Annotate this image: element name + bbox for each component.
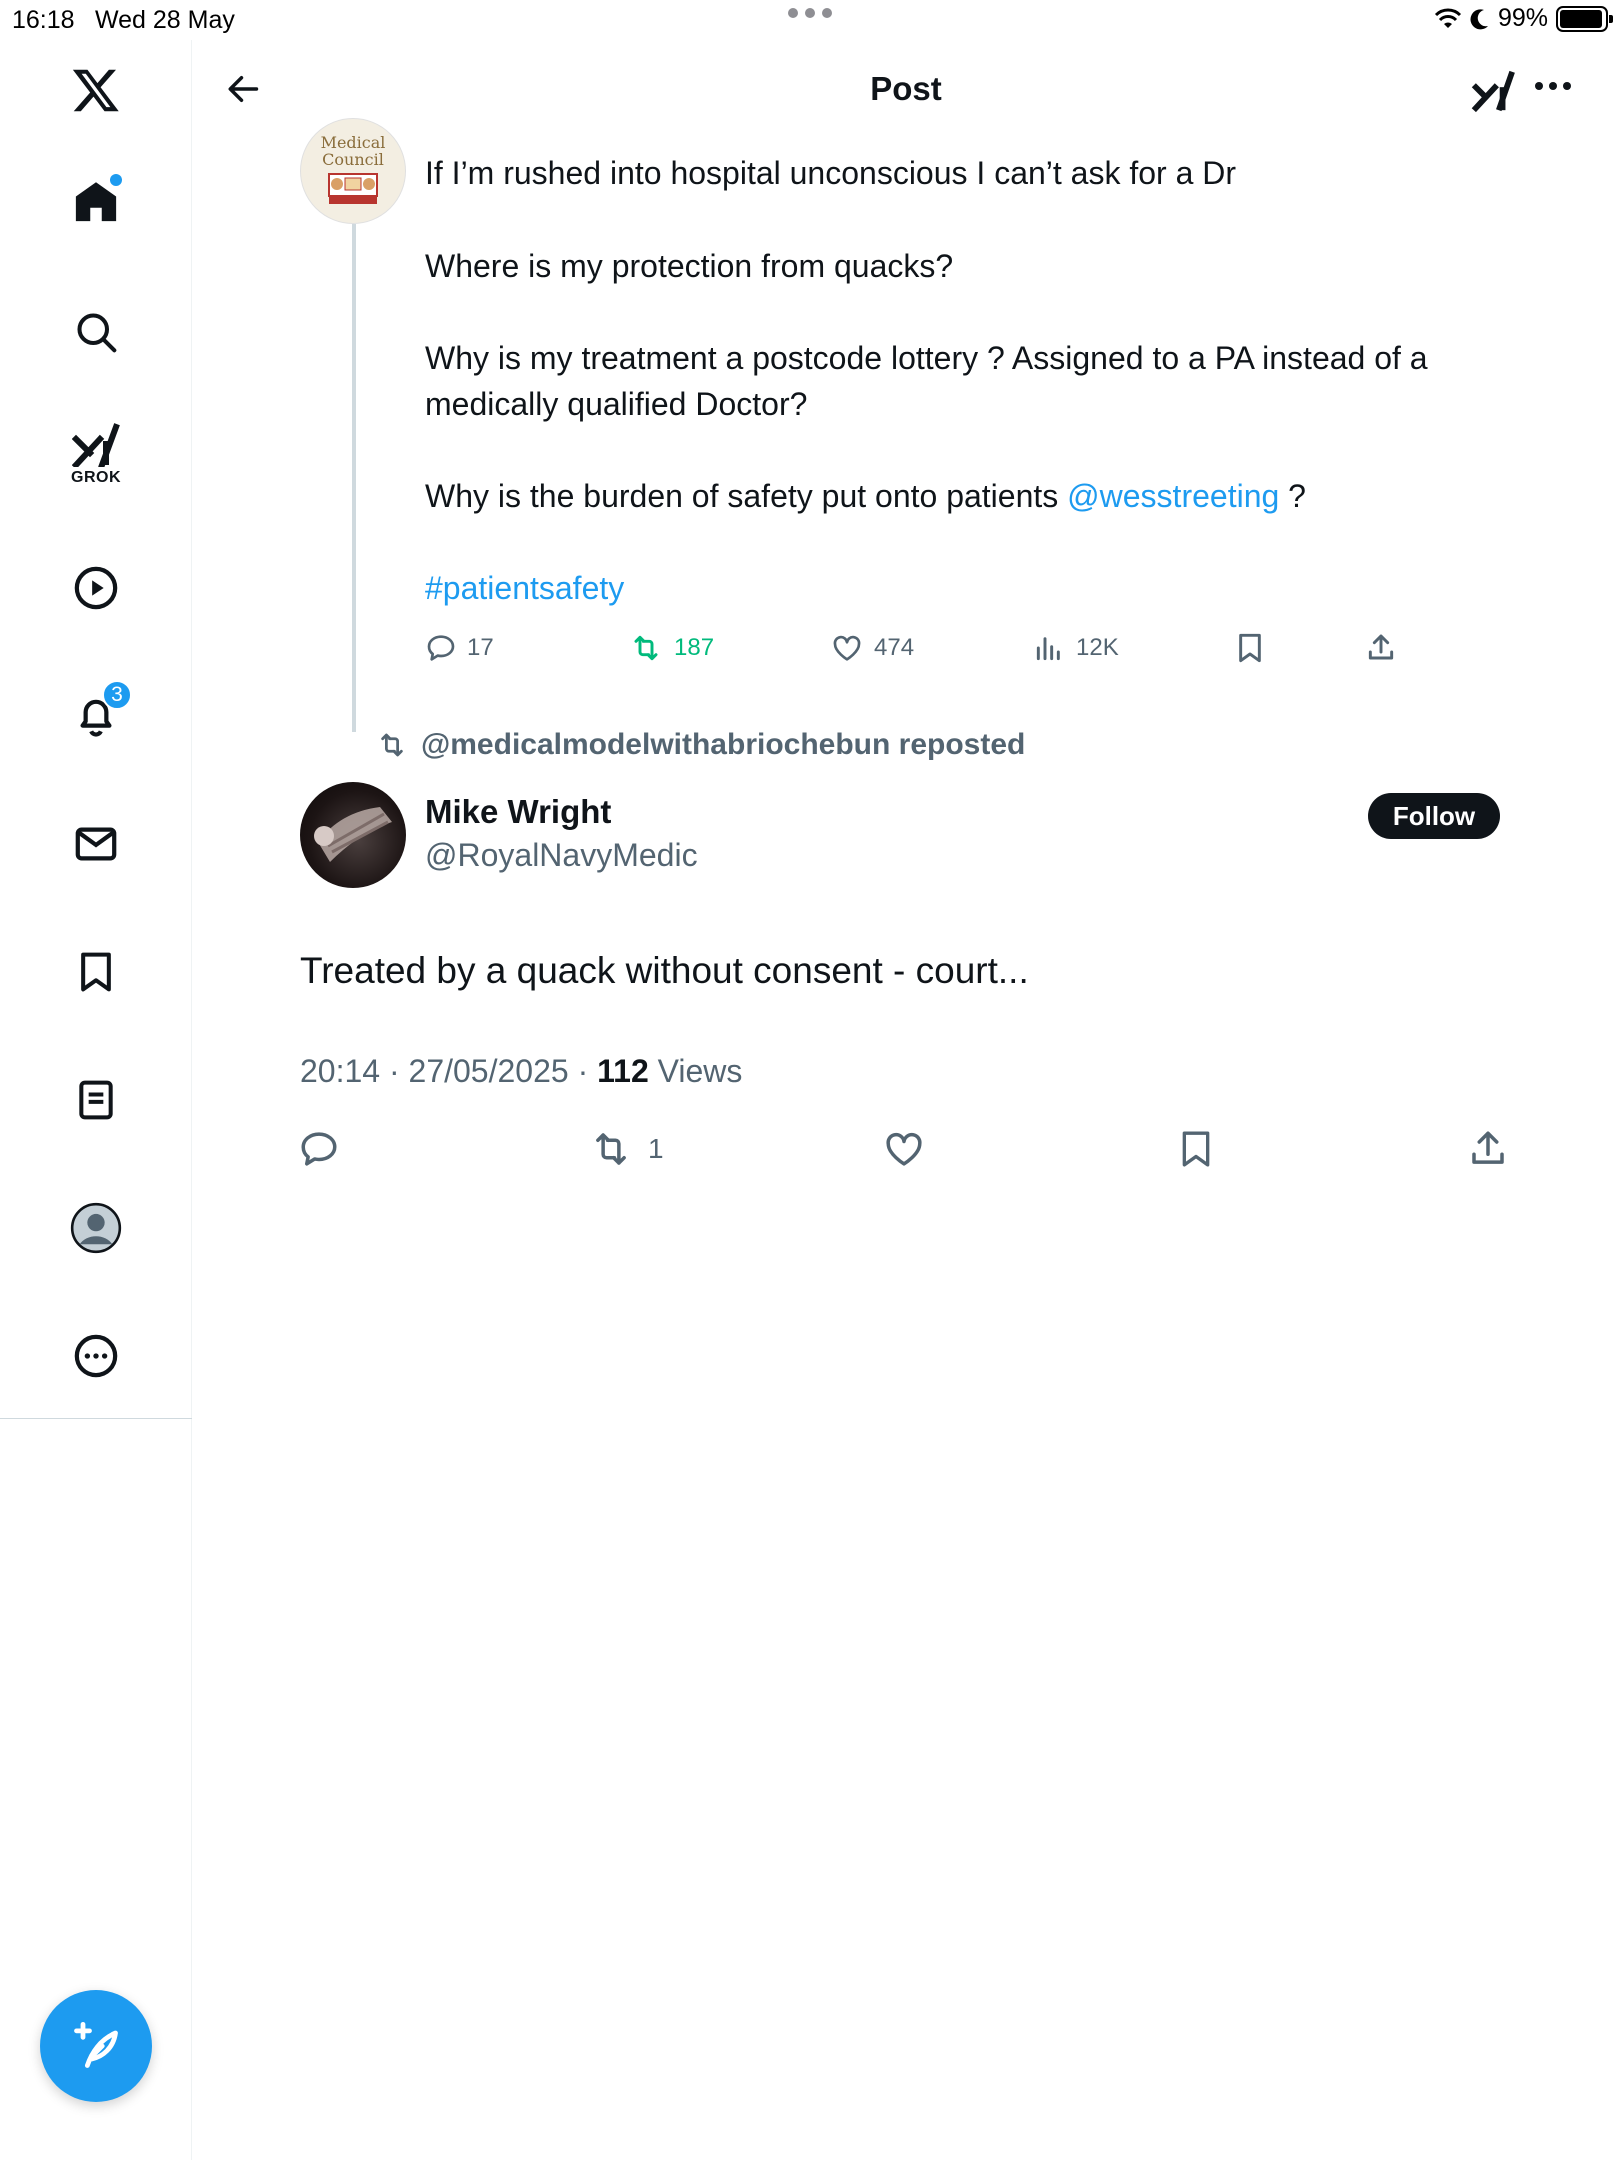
- sidebar-item-lists[interactable]: [56, 1060, 136, 1140]
- grok-icon: [72, 423, 120, 467]
- status-date: Wed 28 May: [95, 6, 235, 34]
- mention-link[interactable]: @wesstreeting: [1067, 478, 1279, 514]
- like-count: 474: [874, 634, 915, 661]
- bookmark-button[interactable]: [1234, 628, 1266, 668]
- post-text-segment: Why is the burden of safety put onto pat…: [425, 478, 1059, 514]
- play-icon: [74, 566, 118, 610]
- list-icon: [79, 1080, 113, 1120]
- follow-button[interactable]: Follow: [1368, 793, 1500, 839]
- reply-button[interactable]: [298, 1124, 340, 1174]
- reply-button[interactable]: 17: [425, 628, 494, 668]
- status-indicators: 99%: [1434, 4, 1613, 33]
- profile-icon: [70, 1202, 122, 1254]
- reply-count: 17: [467, 634, 494, 661]
- notification-count-badge: 3: [102, 680, 132, 710]
- more-options-icon[interactable]: [1535, 82, 1571, 90]
- reply-icon: [301, 1132, 337, 1166]
- author-handle[interactable]: @RoyalNavyMedic: [425, 837, 698, 874]
- views-count: 112: [597, 1053, 649, 1089]
- compose-feather-icon: [74, 2021, 118, 2068]
- share-button[interactable]: [1364, 628, 1398, 668]
- page-title: Post: [870, 70, 942, 107]
- views-button[interactable]: 12K: [1032, 628, 1119, 668]
- sidebar-divider: [0, 1418, 192, 1419]
- council-illustration: [328, 173, 378, 204]
- repost-icon: [381, 733, 403, 757]
- share-icon: [1472, 1131, 1504, 1164]
- repost-count: 1: [648, 1133, 664, 1164]
- author-name[interactable]: Mike Wright: [425, 793, 611, 831]
- moon-icon: [1470, 8, 1488, 29]
- like-button[interactable]: 474: [830, 628, 914, 668]
- post-text-segment: ?: [1279, 478, 1306, 514]
- hashtag-link[interactable]: #patientsafety: [425, 565, 1515, 611]
- multitasking-dots-icon[interactable]: [788, 8, 832, 18]
- compose-button[interactable]: [40, 1990, 152, 2102]
- post-text-line: If I’m rushed into hospital unconscious …: [425, 155, 1237, 191]
- sidebar-item-messages[interactable]: [56, 804, 136, 884]
- sidebar-item-bookmarks[interactable]: [56, 932, 136, 1012]
- reply-icon: [427, 635, 455, 661]
- mail-icon: [75, 827, 117, 861]
- sidebar-item-videos[interactable]: [56, 548, 136, 628]
- bookmark-icon: [1239, 633, 1261, 663]
- sidebar-item-explore[interactable]: [56, 292, 136, 372]
- sidebar-item-profile[interactable]: [56, 1188, 136, 1268]
- avatar-text-line: Medical: [320, 133, 386, 152]
- like-button[interactable]: [882, 1124, 926, 1174]
- home-icon: [75, 182, 117, 222]
- grok-label: GROK: [71, 469, 121, 486]
- home-unread-dot: [110, 174, 122, 186]
- wifi-icon: [1434, 8, 1462, 28]
- heart-icon: [833, 635, 861, 661]
- sidebar-item-grok[interactable]: GROK: [56, 415, 136, 495]
- repost-banner-text: @medicalmodelwithabriochebun reposted: [421, 728, 1026, 761]
- battery-percentage: 99%: [1497, 4, 1548, 32]
- repost-button[interactable]: 187: [628, 628, 714, 668]
- repost-banner[interactable]: @medicalmodelwithabriochebun reposted: [375, 728, 1025, 762]
- post-text-line: Where is my protection from quacks?: [425, 248, 954, 284]
- avatar[interactable]: Medical Council: [300, 118, 406, 224]
- avatar[interactable]: [300, 782, 406, 888]
- grok-button[interactable]: [1470, 68, 1516, 114]
- avatar-text-line: Council: [322, 150, 384, 169]
- views-count: 12K: [1076, 634, 1119, 661]
- repost-icon: [596, 1133, 626, 1165]
- heart-icon: [886, 1132, 922, 1166]
- bookmark-icon: [81, 952, 111, 992]
- sidebar-item-notifications[interactable]: 3: [56, 676, 136, 756]
- post-text-line: Why is my treatment a postcode lottery ?…: [425, 340, 1428, 422]
- avatar-image: [314, 807, 392, 862]
- share-icon: [1368, 634, 1394, 660]
- repost-count: 187: [674, 634, 715, 661]
- more-circle-icon: [74, 1334, 118, 1378]
- bookmark-button[interactable]: [1176, 1124, 1216, 1174]
- views-label: Views: [648, 1053, 743, 1089]
- analytics-icon: [1036, 637, 1060, 661]
- post-text-line: Why is the burden of safety put onto pat…: [425, 473, 1515, 519]
- repost-icon: [634, 635, 658, 661]
- sidebar-item-home[interactable]: [56, 162, 136, 242]
- thread-connector: [352, 224, 356, 732]
- grok-icon: [1471, 70, 1515, 113]
- post-metadata: 20:14 · 27/05/2025 · 112 Views: [300, 1053, 742, 1090]
- status-time: 16:18: [12, 6, 75, 34]
- sidebar-item-more[interactable]: [56, 1316, 136, 1396]
- post-timestamp: 20:14 · 27/05/2025 ·: [300, 1053, 598, 1089]
- repost-button[interactable]: 1: [588, 1124, 664, 1174]
- search-icon: [77, 313, 117, 353]
- post-text: Treated by a quack without consent - cou…: [300, 950, 1029, 991]
- share-button[interactable]: [1466, 1124, 1510, 1174]
- battery-icon: [1556, 5, 1613, 32]
- bookmark-icon: [1182, 1131, 1210, 1167]
